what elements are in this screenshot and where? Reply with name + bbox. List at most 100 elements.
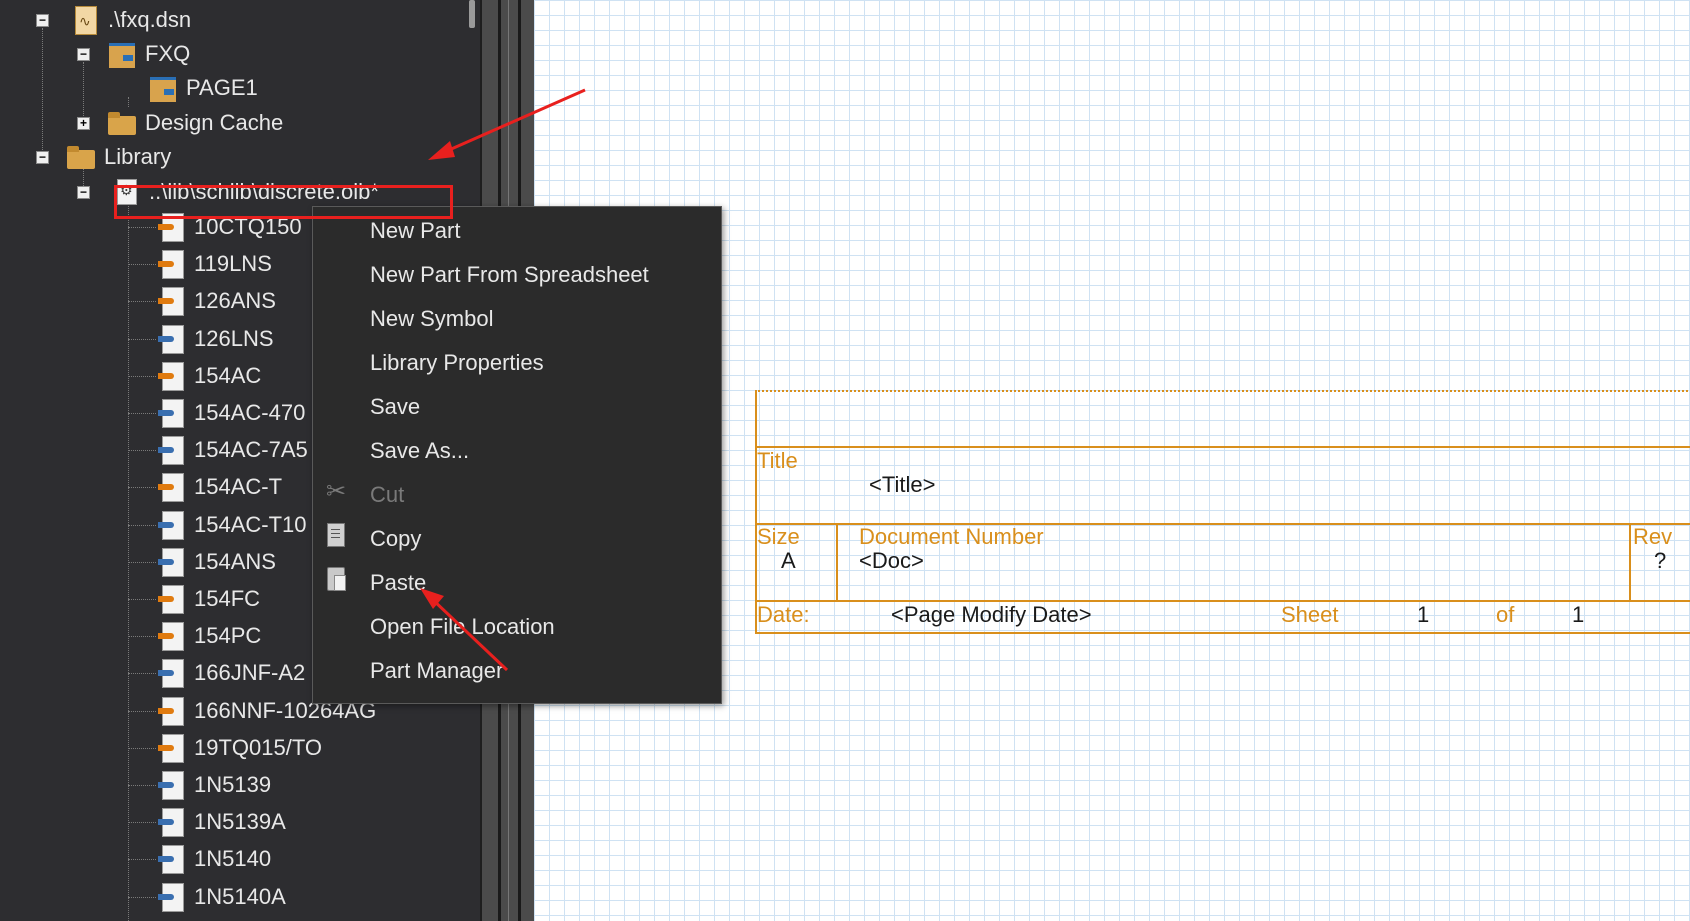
sheet-value: 1 <box>1417 602 1430 627</box>
part-icon <box>156 510 186 540</box>
tree-guide <box>128 301 156 303</box>
part-list-item[interactable]: 154FC <box>156 583 260 615</box>
part-list-item[interactable]: 154AC-470 <box>156 397 305 429</box>
tree-item-label: .\fxq.dsn <box>108 7 192 32</box>
part-icon <box>156 249 186 280</box>
date-value: <Page Modify Date> <box>891 602 1092 627</box>
schematic-folder-icon <box>107 39 137 69</box>
menu-item-label: Open File Location <box>370 614 555 639</box>
collapse-toggle[interactable]: − <box>36 151 49 164</box>
tree-item-design-cache[interactable]: + Design Cache <box>77 107 283 139</box>
part-label: 1N5140 <box>194 846 272 872</box>
part-list-item[interactable]: 154AC-T <box>156 471 282 503</box>
title-block-divider <box>757 446 1690 448</box>
tree-guide <box>128 264 156 266</box>
sheet-label: Sheet <box>1281 602 1339 627</box>
menu-item-part-manager[interactable]: Part Manager <box>370 651 503 691</box>
collapse-toggle[interactable]: − <box>36 14 49 27</box>
part-label: 1N5139A <box>194 809 286 835</box>
tree-item-page[interactable]: PAGE1 <box>148 72 258 104</box>
tree-guide <box>128 785 156 786</box>
part-list-item[interactable]: 154AC-7A5 <box>156 434 308 466</box>
paste-icon <box>321 564 351 594</box>
tree-guide <box>128 599 156 600</box>
part-list-item[interactable]: 1N5139A <box>156 806 286 838</box>
tree-item-library[interactable]: − Library <box>36 141 171 173</box>
tree-guide <box>128 710 156 712</box>
part-label: 154AC <box>194 362 262 388</box>
tree-scrollbar-thumb[interactable] <box>469 0 475 28</box>
part-icon <box>156 621 186 652</box>
menu-item-save-as[interactable]: Save As... <box>370 431 469 471</box>
tree-guide <box>128 338 156 340</box>
tree-guide <box>128 636 156 638</box>
menu-item-library-properties[interactable]: Library Properties <box>370 343 544 383</box>
part-list-item[interactable]: 166JNF-A2 <box>156 657 305 689</box>
part-list-item[interactable]: 1N5139 <box>156 769 271 801</box>
part-icon <box>156 882 186 912</box>
tree-item-schematic[interactable]: − FXQ <box>77 38 190 70</box>
menu-item-open-file-location[interactable]: Open File Location <box>370 607 555 647</box>
menu-item-new-symbol[interactable]: New Symbol <box>370 299 493 339</box>
size-label: Size <box>757 524 800 549</box>
part-list-item[interactable]: 1N5140 <box>156 843 271 875</box>
tree-guide <box>128 487 156 489</box>
part-list-item[interactable]: 154AC-T10 <box>156 509 307 541</box>
part-list-item[interactable]: 126ANS <box>156 285 276 317</box>
part-list-item[interactable]: 154AC <box>156 360 261 392</box>
part-label: 1N5139 <box>194 772 272 797</box>
copy-icon <box>321 520 351 550</box>
tree-item-design[interactable]: − .\fxq.dsn <box>36 4 191 36</box>
part-icon <box>156 844 186 875</box>
part-list-item[interactable]: 154ANS <box>156 546 276 578</box>
size-value: A <box>781 548 796 573</box>
part-icon <box>156 807 186 838</box>
part-label: 166JNF-A2 <box>194 660 306 686</box>
document-number-label: Document Number <box>859 524 1044 549</box>
menu-item-paste[interactable]: Paste <box>370 563 426 603</box>
part-list-item[interactable]: 154PC <box>156 620 261 652</box>
menu-item-save[interactable]: Save <box>370 387 420 427</box>
menu-item-label: Paste <box>370 570 427 595</box>
expand-toggle[interactable]: + <box>77 117 90 130</box>
tree-guide <box>128 896 156 898</box>
context-menu: New Part New Part From Spreadsheet New S… <box>312 206 722 704</box>
menu-item-copy[interactable]: Copy <box>370 519 421 559</box>
menu-item-cut[interactable]: Cut <box>370 475 404 515</box>
of-label: of <box>1496 602 1515 627</box>
folder-icon <box>66 142 96 172</box>
part-list-item[interactable]: 19TQ015/TO <box>156 732 322 764</box>
tree-item-label: PAGE1 <box>186 75 258 100</box>
annotation-highlight-box <box>114 185 453 219</box>
tree-guide <box>128 227 156 228</box>
scissors-icon: ✂ <box>325 477 347 505</box>
title-block[interactable]: Title <Title> Size A Document Number <Do… <box>755 390 1690 634</box>
part-list-item[interactable]: 119LNS <box>156 248 272 280</box>
collapse-toggle[interactable]: − <box>77 48 90 61</box>
part-icon <box>156 324 186 354</box>
title-block-divider <box>836 523 838 600</box>
schematic-page-icon <box>148 73 178 103</box>
part-icon <box>156 658 186 689</box>
collapse-toggle[interactable]: − <box>77 186 90 199</box>
tree-guide <box>128 375 156 377</box>
menu-item-new-part-from-spreadsheet[interactable]: New Part From Spreadsheet <box>370 255 649 295</box>
menu-item-label: Save As... <box>370 438 470 463</box>
rev-label: Rev <box>1633 524 1673 549</box>
menu-item-label: New Symbol <box>370 306 494 331</box>
menu-item-label: New Part <box>370 218 461 243</box>
part-icon <box>156 696 186 726</box>
part-label: 126ANS <box>194 288 276 314</box>
part-label: 154AC-7A5 <box>194 437 308 463</box>
part-list-item[interactable]: 126LNS <box>156 323 274 355</box>
part-list-item[interactable]: 1N5140A <box>156 881 286 913</box>
menu-item-label: Save <box>370 394 421 419</box>
tree-guide <box>128 859 156 861</box>
date-label: Date: <box>757 602 810 627</box>
part-icon <box>156 398 186 428</box>
part-icon <box>156 733 186 763</box>
part-icon <box>156 547 186 577</box>
part-label: 119LNS <box>194 251 272 277</box>
tree-guide <box>128 747 156 749</box>
tree-guide <box>128 822 156 824</box>
